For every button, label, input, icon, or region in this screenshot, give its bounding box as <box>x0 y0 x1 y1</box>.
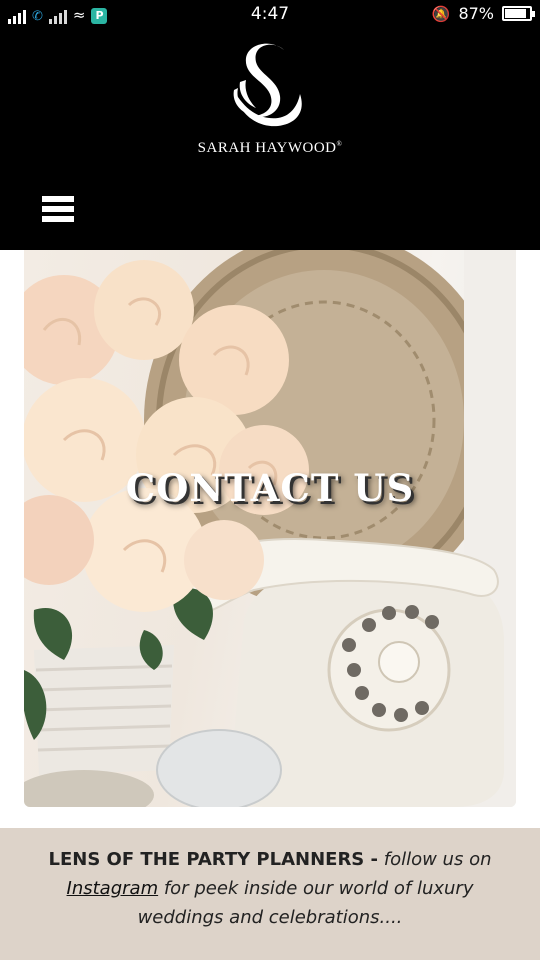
menu-bar <box>42 216 74 222</box>
promo-heading: LENS OF THE PARTY PLANNERS - <box>48 849 379 870</box>
glass-votive <box>156 729 282 807</box>
hero-image <box>24 250 516 807</box>
promo-text-1: follow us on <box>383 849 492 870</box>
dial-center <box>378 641 420 683</box>
hero-title: CONTACT US <box>125 466 415 510</box>
instagram-link[interactable]: Instagram <box>67 878 159 899</box>
battery-percent: 87% <box>458 4 494 23</box>
promo-line-1: LENS OF THE PARTY PLANNERS - follow us o… <box>0 845 540 874</box>
instagram-promo: LENS OF THE PARTY PLANNERS - follow us o… <box>0 828 540 960</box>
brand-text: SARAH HAYWOOD <box>197 140 337 156</box>
promo-text-2: for peek inside our world of luxury <box>163 878 474 899</box>
promo-line-2: Instagram for peek inside our world of l… <box>0 874 540 903</box>
swan-logo[interactable] <box>216 42 324 134</box>
hero-photo-illustration <box>24 250 516 807</box>
promo-text-3: weddings and celebrations.... <box>137 907 403 928</box>
battery-fill <box>505 9 526 18</box>
hamburger-menu-icon[interactable] <box>42 196 74 228</box>
site-header: SARAH HAYWOOD® <box>0 28 540 250</box>
menu-bar <box>42 196 74 202</box>
battery-icon <box>502 6 535 21</box>
status-right: 🔕 87% <box>431 4 535 23</box>
menu-bar <box>42 206 74 212</box>
promo-line-3: weddings and celebrations.... <box>0 903 540 932</box>
registered-mark: ® <box>336 140 343 148</box>
silver-dish <box>24 770 154 807</box>
status-bar: ✆ ≈ P 4:47 🔕 87% <box>0 0 540 28</box>
brand-name: SARAH HAYWOOD® <box>0 140 540 157</box>
bell-muted-icon: 🔕 <box>431 4 451 23</box>
